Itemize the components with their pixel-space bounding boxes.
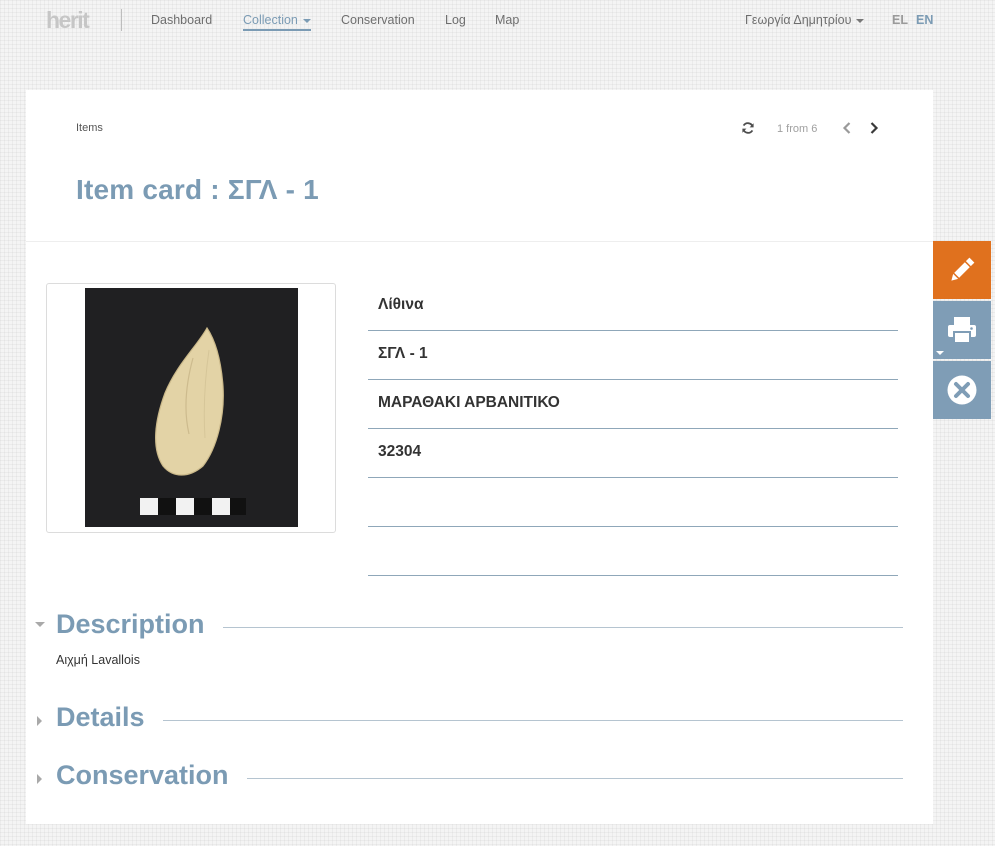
caret-right-icon[interactable]: [35, 774, 45, 784]
nav-conservation[interactable]: Conservation: [341, 12, 415, 28]
field-category: Λίθινα: [368, 282, 898, 331]
field-empty-2: [368, 527, 898, 576]
nav-log[interactable]: Log: [445, 12, 466, 28]
section-title-details[interactable]: Details: [56, 701, 163, 733]
user-name: Γεωργία Δημητρίου: [745, 13, 852, 27]
item-card: Items 1 from 6 Item card : ΣΓΛ - 1 Λίθιν…: [26, 90, 933, 824]
item-photo-frame[interactable]: [46, 283, 336, 533]
lang-el-button[interactable]: EL: [892, 12, 908, 28]
chevron-down-icon: [302, 18, 311, 23]
description-text: Αιχμή Lavallois: [56, 653, 140, 667]
pencil-icon: [951, 257, 975, 281]
card-header: Items 1 from 6 Item card : ΣΓΛ - 1: [26, 90, 933, 242]
field-code: ΣΓΛ - 1: [368, 331, 898, 380]
field-code-value: ΣΓΛ - 1: [378, 345, 428, 362]
caret-down-icon[interactable]: [936, 351, 944, 355]
chevron-down-icon: [856, 18, 865, 23]
refresh-icon[interactable]: [741, 121, 755, 135]
field-number: 32304: [368, 429, 898, 478]
details-divider: [56, 720, 903, 721]
caret-down-icon[interactable]: [35, 620, 45, 630]
caret-right-icon[interactable]: [35, 716, 45, 726]
nav-dashboard[interactable]: Dashboard: [151, 12, 212, 28]
section-title-description[interactable]: Description: [56, 608, 223, 640]
pager-text: 1 from 6: [777, 123, 818, 135]
brand-logo[interactable]: herit: [46, 8, 90, 32]
top-navbar: herit Dashboard Collection Conservation …: [0, 0, 995, 40]
breadcrumb-items[interactable]: Items: [76, 122, 103, 134]
field-location-value: ΜΑΡΑΘΑΚΙ ΑΡΒΑΝΙΤΙΚΟ: [378, 394, 560, 411]
edit-button[interactable]: [933, 241, 991, 299]
field-empty-1: [368, 478, 898, 527]
field-category-value: Λίθινα: [378, 296, 424, 313]
chevron-left-icon[interactable]: [841, 121, 853, 135]
lang-en-button[interactable]: EN: [916, 12, 933, 28]
field-location: ΜΑΡΑΘΑΚΙ ΑΡΒΑΝΙΤΙΚΟ: [368, 380, 898, 429]
chevron-right-icon[interactable]: [868, 121, 880, 135]
user-menu[interactable]: Γεωργία Δημητρίου: [745, 12, 865, 28]
page-title: Item card : ΣΓΛ - 1: [76, 174, 319, 205]
stone-tool-image: [85, 288, 298, 527]
printer-icon: [948, 317, 976, 344]
nav-collection[interactable]: Collection: [243, 12, 311, 31]
field-number-value: 32304: [378, 443, 422, 460]
close-button[interactable]: [933, 361, 991, 419]
item-photo[interactable]: [85, 288, 298, 527]
print-button[interactable]: [933, 301, 991, 359]
close-circle-icon: [947, 375, 977, 405]
nav-collection-label: Collection: [243, 13, 298, 27]
section-title-conservation[interactable]: Conservation: [56, 759, 247, 791]
logo-separator: [121, 9, 122, 31]
nav-map[interactable]: Map: [495, 12, 519, 28]
